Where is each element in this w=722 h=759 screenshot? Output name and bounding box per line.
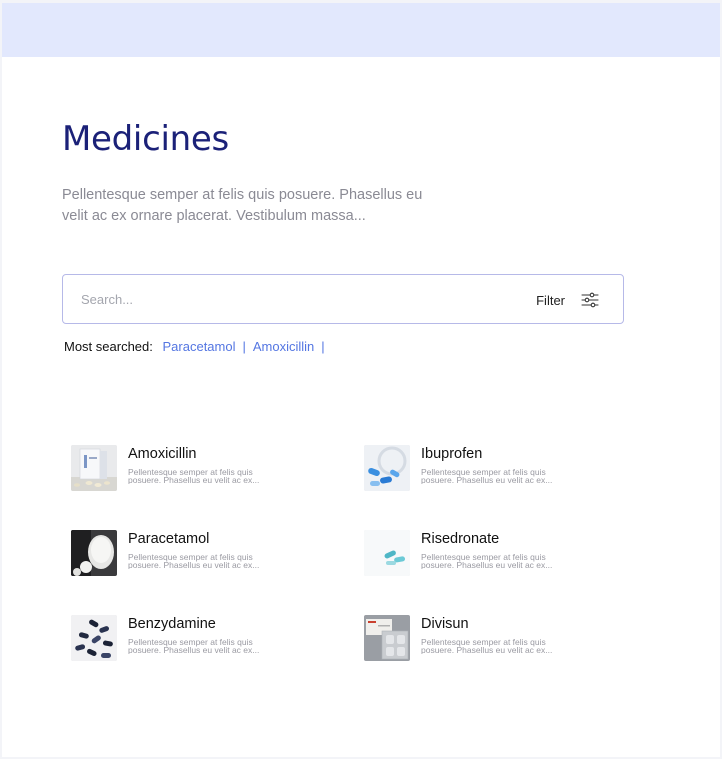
medicine-item-divisun[interactable]: Divisun Pellentesque semper at felis qui… [364,615,614,663]
medicine-item-ibuprofen[interactable]: Ibuprofen Pellentesque semper at felis q… [364,445,614,493]
medicine-item-benzydamine[interactable]: Benzydamine Pellentesque semper at felis… [71,615,321,663]
filter-button[interactable]: Filter [536,289,599,311]
medicine-description: Pellentesque semper at felis quis posuer… [128,638,260,654]
medicine-description: Pellentesque semper at felis quis posuer… [421,638,553,654]
separator: | [321,339,325,354]
most-searched-link-paracetamol[interactable]: Paracetamol [163,339,236,354]
most-searched: Most searched: Paracetamol | Amoxicillin | [64,339,332,354]
page: Medicines Pellentesque semper at felis q… [2,3,720,757]
teal-capsules-photo [364,530,410,576]
sliders-icon [581,292,599,308]
page-title: Medicines [62,119,229,159]
medicine-name: Benzydamine [128,616,216,632]
blister-pack-photo [364,615,410,661]
search-input[interactable] [81,289,481,309]
white-pill-bottle-photo [71,530,117,576]
most-searched-label: Most searched: [64,339,153,354]
dark-capsules-photo [71,615,117,661]
medicine-box-photo [71,445,117,491]
search-bar: Filter [62,274,624,324]
medicine-description: Pellentesque semper at felis quis posuer… [421,468,553,484]
page-description: Pellentesque semper at felis quis posuer… [62,187,423,224]
most-searched-link-amoxicillin[interactable]: Amoxicillin [253,339,314,354]
medicine-name: Paracetamol [128,531,210,547]
medicine-description: Pellentesque semper at felis quis posuer… [128,468,260,484]
medicine-name: Amoxicillin [128,446,197,462]
filter-label: Filter [536,292,565,308]
medicine-item-risedronate[interactable]: Risedronate Pellentesque semper at felis… [364,530,614,578]
medicine-description: Pellentesque semper at felis quis posuer… [421,553,553,569]
medicine-name: Risedronate [421,531,500,547]
medicine-name: Divisun [421,616,469,632]
medicine-name: Ibuprofen [421,446,483,462]
medicine-description: Pellentesque semper at felis quis posuer… [128,553,260,569]
medicine-item-paracetamol[interactable]: Paracetamol Pellentesque semper at felis… [71,530,321,578]
blue-capsules-photo [364,445,410,491]
top-bar [2,3,720,57]
separator: | [242,339,246,354]
medicine-item-amoxicillin[interactable]: Amoxicillin Pellentesque semper at felis… [71,445,321,493]
